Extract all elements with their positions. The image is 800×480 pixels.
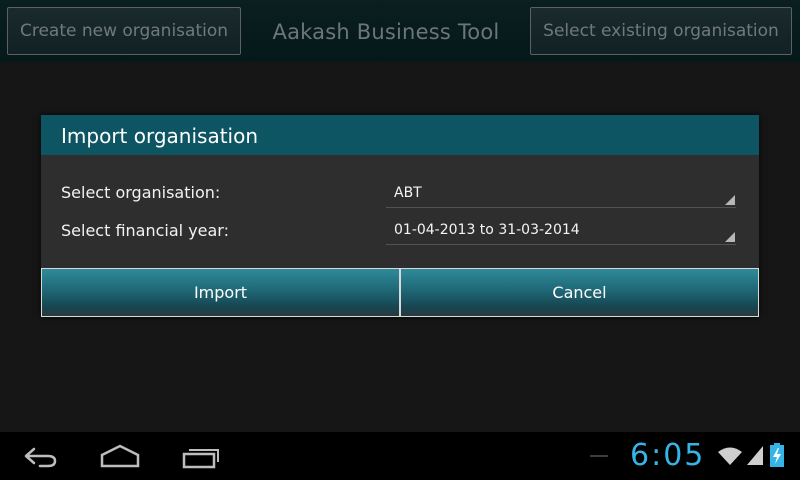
organisation-spinner[interactable]: ABT <box>386 178 736 208</box>
recent-apps-icon[interactable] <box>181 442 221 470</box>
action-bar: Create new organisation Aakash Business … <box>0 0 800 62</box>
home-icon[interactable] <box>100 442 140 470</box>
app-title: Aakash Business Tool <box>272 20 500 44</box>
organisation-spinner-value: ABT <box>394 185 422 201</box>
financial-year-spinner[interactable]: 01-04-2013 to 31-03-2014 <box>386 215 736 245</box>
dropdown-arrow-icon <box>725 232 735 242</box>
dialog-header: Import organisation <box>41 115 759 155</box>
system-navigation-bar: 6:05 <box>0 432 800 480</box>
back-icon[interactable] <box>20 442 60 470</box>
import-dialog: Import organisation Select organisation:… <box>41 115 759 317</box>
battery-charging-icon <box>770 443 784 467</box>
create-organisation-button[interactable]: Create new organisation <box>7 7 241 55</box>
dropdown-arrow-icon <box>725 195 735 205</box>
import-button[interactable]: Import <box>41 268 400 317</box>
financial-year-label: Select financial year: <box>61 221 229 240</box>
notification-dash <box>590 455 608 457</box>
financial-year-spinner-value: 01-04-2013 to 31-03-2014 <box>394 222 580 238</box>
signal-icon <box>747 446 763 465</box>
select-organisation-button[interactable]: Select existing organisation <box>530 7 792 55</box>
screen: Create new organisation Aakash Business … <box>0 0 800 480</box>
cancel-button[interactable]: Cancel <box>400 268 759 317</box>
wifi-icon <box>718 447 742 465</box>
organisation-label: Select organisation: <box>61 183 221 202</box>
dialog-title: Import organisation <box>61 124 259 148</box>
status-clock: 6:05 <box>630 438 706 473</box>
